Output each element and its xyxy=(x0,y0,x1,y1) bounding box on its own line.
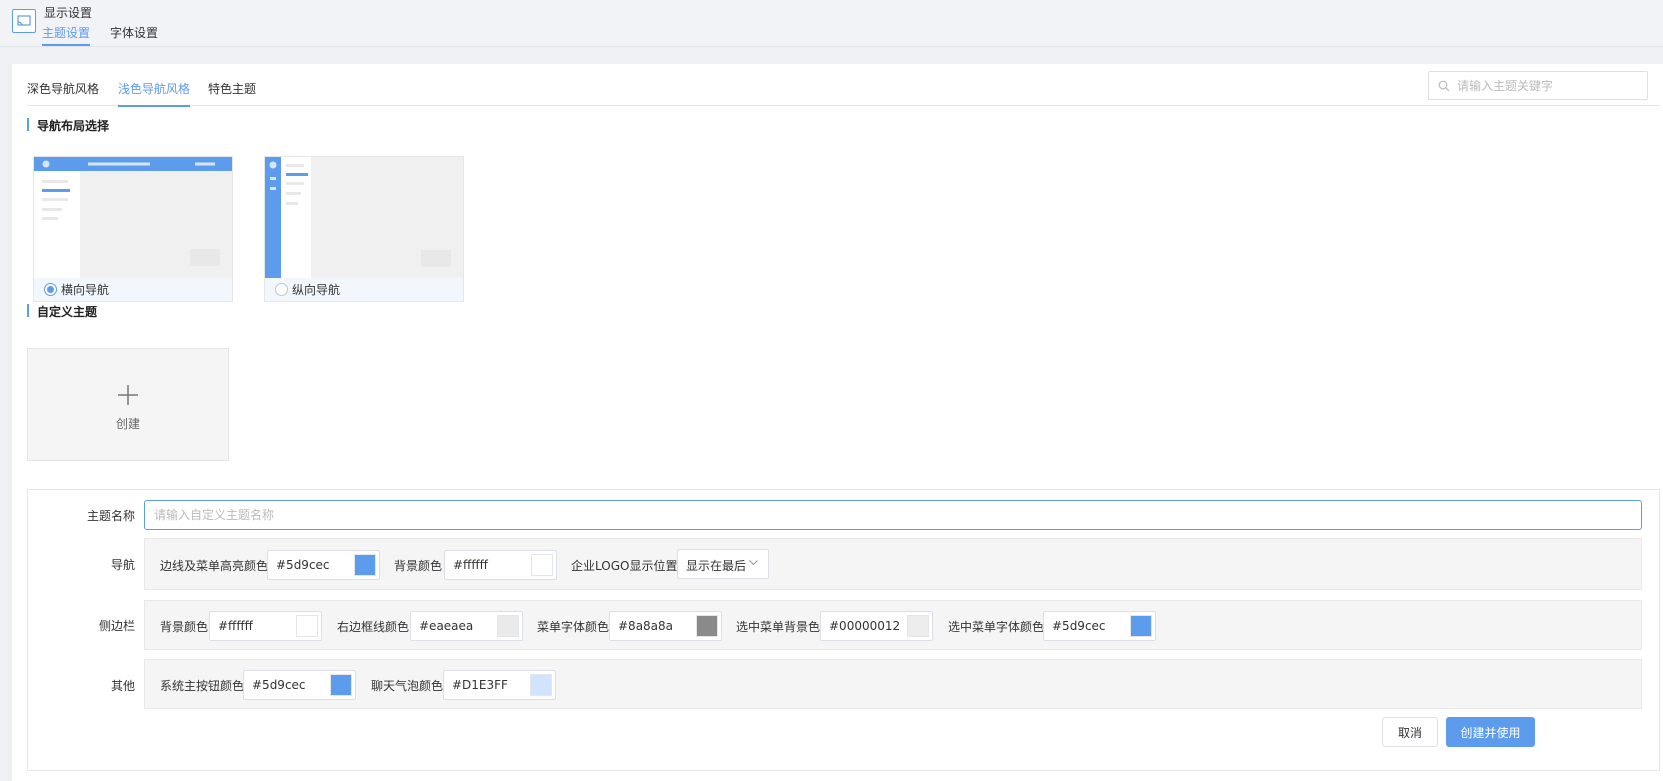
nav-bg-color-label: 背景颜色 xyxy=(394,559,443,573)
radio-horizontal[interactable] xyxy=(44,283,57,296)
primary-button-color-picker[interactable]: #5d9cec xyxy=(243,670,356,700)
color-value: #5d9cec xyxy=(252,678,306,692)
nav-highlight-color-label: 边线及菜单高亮颜色 xyxy=(160,559,269,573)
sidebar-border-color-picker[interactable]: #eaeaea xyxy=(410,611,523,641)
selected-menu-bg-picker[interactable]: #00000012 xyxy=(820,611,933,641)
color-swatch[interactable] xyxy=(296,615,318,637)
color-value: #00000012 xyxy=(829,619,901,633)
menu-font-color-picker[interactable]: #8a8a8a xyxy=(609,611,722,641)
nav-highlight-color-picker[interactable]: #5d9cec xyxy=(267,550,380,580)
logo-position-label: 企业LOGO显示位置 xyxy=(571,559,678,573)
sidebar-border-color-label: 右边框线颜色 xyxy=(337,620,410,634)
radio-vertical[interactable] xyxy=(275,283,288,296)
layout-option-horizontal[interactable]: 横向导航 xyxy=(33,156,233,302)
tab-dark-nav[interactable]: 深色导航风格 xyxy=(27,80,99,105)
create-and-use-button[interactable]: 创建并使用 xyxy=(1446,717,1535,747)
chat-bubble-color-picker[interactable]: #D1E3FF xyxy=(443,670,556,700)
custom-section-title: 自定义主题 xyxy=(27,303,97,320)
theme-tabs: 深色导航风格 浅色导航风格 特色主题 xyxy=(27,64,1660,107)
nav-row-label: 导航 xyxy=(110,558,135,572)
sidebar-row-label: 侧边栏 xyxy=(98,619,135,633)
search-input[interactable] xyxy=(1457,77,1642,95)
main-card: 深色导航风格 浅色导航风格 特色主题 导航布局选择 横向导航 xyxy=(12,64,1663,781)
layout-option-footer: 横向导航 xyxy=(34,278,232,301)
other-row-label: 其他 xyxy=(110,679,135,693)
nav-bg-color-picker[interactable]: #ffffff xyxy=(444,550,557,580)
vertical-layout-preview xyxy=(265,157,463,278)
color-value: #ffffff xyxy=(218,619,253,633)
selected-menu-font-color-label: 选中菜单字体颜色 xyxy=(948,620,1045,634)
theme-search[interactable] xyxy=(1428,71,1648,100)
tab-featured-theme[interactable]: 特色主题 xyxy=(208,80,256,105)
create-theme-button[interactable]: 创建 xyxy=(27,348,229,461)
page-title: 显示设置 xyxy=(44,6,93,20)
chat-bubble-color-label: 聊天气泡颜色 xyxy=(371,679,444,693)
selected-menu-bg-label: 选中菜单背景色 xyxy=(736,620,821,634)
display-settings-icon xyxy=(12,9,36,33)
selected-menu-font-color-picker[interactable]: #5d9cec xyxy=(1043,611,1156,641)
subtab-font-settings[interactable]: 字体设置 xyxy=(110,24,158,44)
tab-light-nav[interactable]: 浅色导航风格 xyxy=(118,80,191,107)
plus-icon xyxy=(118,385,138,405)
layout-option-vertical[interactable]: 纵向导航 xyxy=(264,156,464,302)
color-swatch[interactable] xyxy=(354,554,376,576)
top-header: 显示设置 主题设置 字体设置 xyxy=(0,0,1663,47)
color-value: #eaeaea xyxy=(419,619,474,633)
select-value: 显示在最后 xyxy=(686,559,747,573)
color-swatch[interactable] xyxy=(330,674,352,696)
sidebar-bg-color-label: 背景颜色 xyxy=(160,620,209,634)
color-swatch[interactable] xyxy=(1130,615,1152,637)
color-swatch[interactable] xyxy=(696,615,718,637)
primary-button-color-label: 系统主按钮颜色 xyxy=(160,679,245,693)
color-value: #8a8a8a xyxy=(618,619,674,633)
color-value: #5d9cec xyxy=(1052,619,1106,633)
other-settings-group: 系统主按钮颜色 #5d9cec 聊天气泡颜色 #D1E3FF xyxy=(144,659,1642,709)
sidebar-settings-group: 背景颜色 #ffffff 右边框线颜色 #eaeaea 菜单字体颜色 #8a8a… xyxy=(144,600,1642,650)
horizontal-layout-preview xyxy=(34,157,232,278)
layout-section-title: 导航布局选择 xyxy=(27,117,109,134)
color-value: #D1E3FF xyxy=(452,678,508,692)
color-swatch[interactable] xyxy=(907,615,929,637)
layout-option-label: 横向导航 xyxy=(61,283,110,297)
menu-font-color-label: 菜单字体颜色 xyxy=(537,620,610,634)
create-label: 创建 xyxy=(115,417,140,431)
theme-name-input[interactable] xyxy=(144,500,1642,530)
nav-settings-group: 边线及菜单高亮颜色 #5d9cec 背景颜色 #ffffff 企业LOGO显示位… xyxy=(144,538,1642,590)
chevron-down-icon xyxy=(749,560,758,566)
sidebar-bg-color-picker[interactable]: #ffffff xyxy=(209,611,322,641)
color-swatch[interactable] xyxy=(530,674,552,696)
cancel-button[interactable]: 取消 xyxy=(1382,717,1438,747)
theme-name-label: 主题名称 xyxy=(86,509,135,523)
subtab-theme-settings[interactable]: 主题设置 xyxy=(42,24,91,46)
layout-option-footer: 纵向导航 xyxy=(265,278,463,301)
color-value: #5d9cec xyxy=(276,558,330,572)
search-icon xyxy=(1438,80,1450,92)
color-swatch[interactable] xyxy=(497,615,519,637)
color-swatch[interactable] xyxy=(531,554,553,576)
color-value: #ffffff xyxy=(453,558,488,572)
layout-option-label: 纵向导航 xyxy=(292,283,341,297)
logo-position-select[interactable]: 显示在最后 xyxy=(677,549,769,579)
custom-theme-form: 主题名称 导航 边线及菜单高亮颜色 #5d9cec 背景颜色 #ffffff 企… xyxy=(27,489,1660,771)
